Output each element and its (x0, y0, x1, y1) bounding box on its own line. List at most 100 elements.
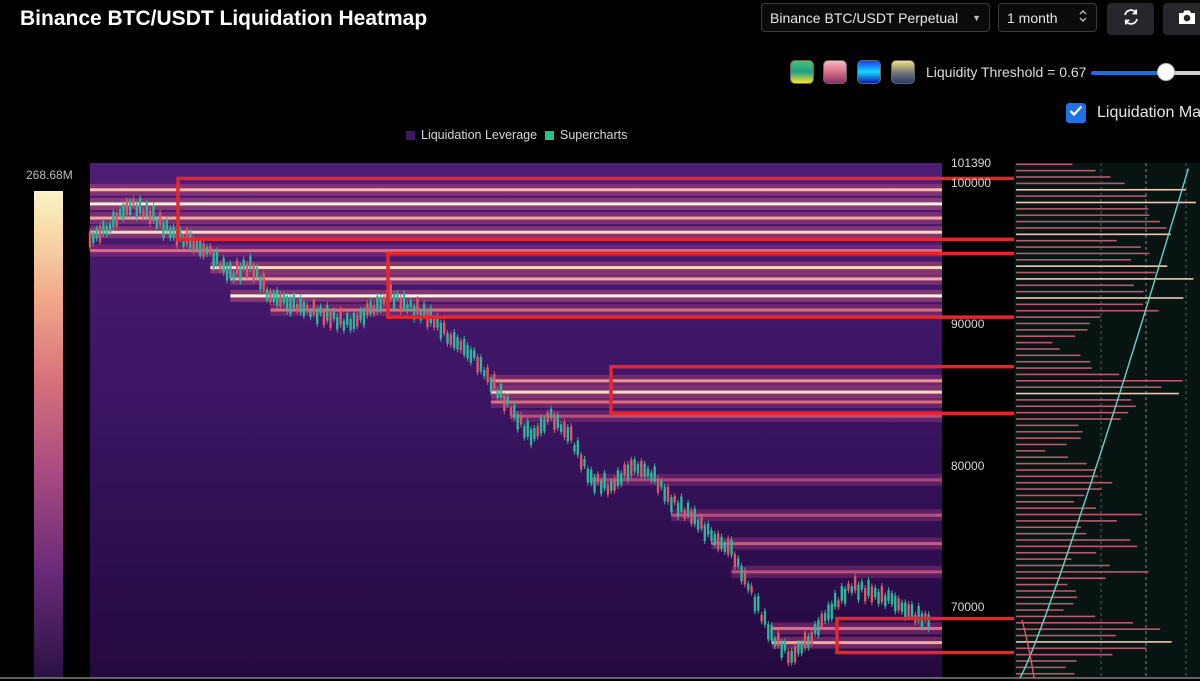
map-bar (1016, 622, 1133, 624)
map-bar (1016, 233, 1171, 236)
map-bar (1016, 551, 1097, 554)
candle-body (927, 614, 930, 630)
map-bar (1016, 430, 1083, 433)
candle-body (279, 294, 282, 307)
map-bar (1016, 386, 1162, 388)
map-bar (1016, 341, 1053, 344)
candle-body (589, 469, 593, 484)
candle-body (242, 259, 245, 269)
candle-body (162, 222, 165, 239)
candle-body (777, 632, 780, 646)
candle-body (787, 651, 790, 664)
candle-body (730, 539, 733, 556)
candle-body (523, 425, 526, 438)
map-bar (1016, 456, 1069, 459)
candle-body (148, 210, 152, 224)
candle-body (703, 524, 706, 541)
candle-body (823, 613, 827, 622)
candle-body (332, 310, 336, 320)
map-bar (1016, 405, 1136, 408)
candle-body (362, 309, 366, 326)
candle-body (212, 252, 215, 268)
candle-body (579, 454, 583, 470)
map-bar (1016, 227, 1167, 229)
liquidation-band (490, 379, 942, 383)
candle-body (566, 427, 570, 442)
candle-body (356, 315, 359, 327)
map-bar (1016, 520, 1117, 522)
candle-body (225, 265, 229, 281)
candle-body (499, 384, 503, 398)
map-bar (1016, 501, 1075, 503)
candle-body (265, 288, 269, 301)
candle-body (496, 390, 499, 398)
candle-body (222, 258, 225, 273)
map-bar (1016, 259, 1131, 261)
candle-body (489, 377, 493, 393)
candle-body (165, 220, 169, 231)
candle-body (366, 303, 369, 316)
map-bar (1016, 322, 1090, 325)
candle-body (553, 414, 556, 430)
candle-body (476, 357, 479, 373)
candle-body (452, 331, 456, 348)
candle-body (369, 301, 372, 314)
map-bar (1016, 201, 1196, 204)
heatmap-chart[interactable] (0, 0, 1200, 681)
candle-body (92, 231, 95, 244)
candle-body (559, 424, 563, 433)
candle-body (172, 226, 175, 238)
candle-body (743, 570, 747, 585)
candle-body (339, 308, 342, 325)
candle-body (807, 635, 810, 648)
map-bar (1016, 252, 1150, 255)
candle-body (533, 428, 536, 440)
candle-body (713, 533, 717, 545)
candle-body (696, 520, 700, 530)
candle-body (128, 200, 132, 216)
candle-body (229, 263, 232, 279)
candle-body (780, 641, 783, 658)
candle-body (623, 464, 626, 476)
map-bar (1016, 443, 1067, 446)
candle-body (747, 583, 750, 591)
candle-body (753, 596, 757, 612)
candle-body (616, 469, 620, 486)
map-bar (1016, 462, 1087, 465)
map-bar (1016, 424, 1079, 427)
candle-body (456, 337, 459, 350)
candle-body (309, 310, 312, 318)
candle-body (790, 650, 793, 663)
map-bar (1016, 475, 1099, 478)
candle-body (299, 297, 302, 313)
candle-body (132, 198, 135, 205)
map-bar (1016, 284, 1135, 287)
candle-body (740, 566, 743, 582)
candle-body (422, 303, 426, 317)
liquidation-band (731, 570, 942, 574)
candle-body (406, 304, 409, 312)
candle-body (245, 263, 249, 277)
candle-body (235, 260, 239, 275)
candle-body (539, 417, 543, 434)
candle-body (650, 472, 653, 481)
candle-body (656, 478, 660, 493)
liquidation-band (210, 266, 943, 270)
map-bar (1016, 545, 1138, 548)
candle-body (259, 277, 262, 290)
candle-body (122, 204, 125, 220)
liquidation-band (90, 188, 942, 192)
map-bar (1016, 290, 1144, 293)
candle-body (670, 497, 673, 513)
map-bar (1016, 367, 1092, 369)
map-bar (1016, 380, 1183, 382)
candle-body (145, 202, 149, 217)
candle-body (239, 265, 242, 282)
map-bar (1016, 335, 1076, 338)
candle-body (770, 625, 773, 641)
candle-body (767, 624, 770, 640)
candle-body (910, 604, 914, 618)
candle-body (706, 523, 710, 535)
candle-body (209, 245, 212, 254)
candle-body (569, 426, 573, 441)
